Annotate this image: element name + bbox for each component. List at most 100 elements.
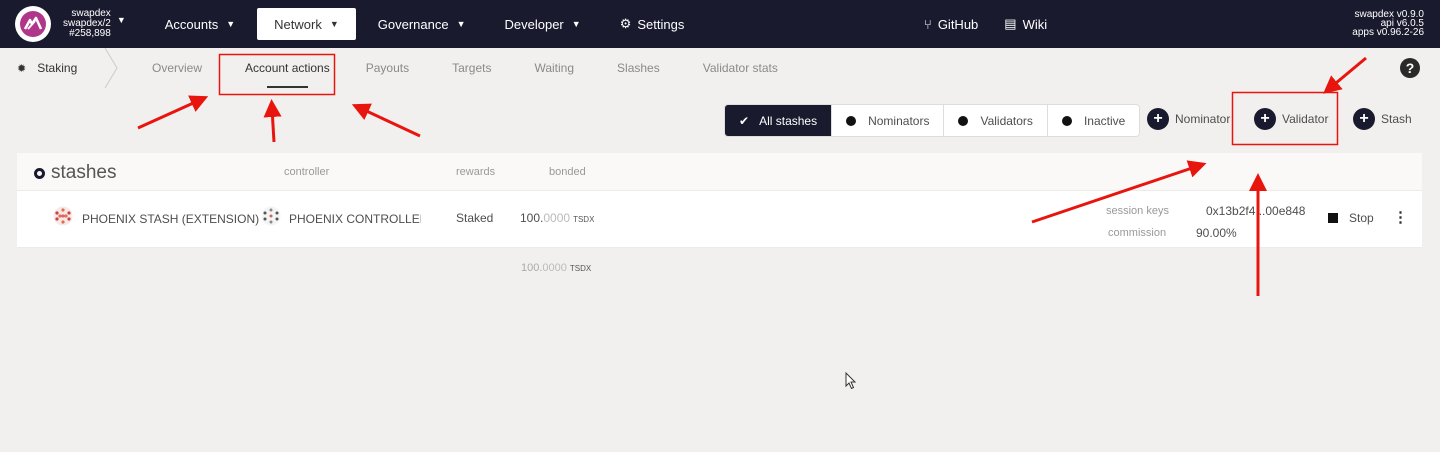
- plus-icon: +: [1254, 108, 1276, 130]
- chain-selector[interactable]: swapdex swapdex/2 #258,898 ▼: [15, 0, 126, 48]
- caret-down-icon: ▼: [226, 19, 236, 29]
- circle-icon: [1061, 115, 1072, 126]
- stash-name[interactable]: PHOENIX STASH (EXTENSION): [82, 212, 259, 226]
- main-menu: Accounts ▼ Network ▼ Governance ▼ Develo…: [148, 0, 707, 48]
- header-bonded: bonded: [549, 166, 586, 178]
- filter-validators[interactable]: Validators: [944, 105, 1048, 136]
- more-options-icon[interactable]: ⋮: [1393, 208, 1408, 226]
- table-total: 100.0000 TSDX: [521, 262, 591, 274]
- tab-waiting[interactable]: Waiting: [534, 48, 574, 88]
- stash-filter-group: ✔ All stashes Nominators Validators Inac…: [724, 104, 1141, 137]
- annotation-arrow: [351, 103, 421, 138]
- header-controller: controller: [284, 166, 330, 178]
- gears-icon: ⚙: [619, 16, 632, 31]
- table-title-label: stashes: [51, 162, 117, 183]
- code-branch-icon: ⑂: [924, 16, 932, 32]
- help-icon[interactable]: ?: [1400, 58, 1420, 78]
- swapdex-logo-icon: [15, 6, 51, 42]
- table-header: stashes controller rewards bonded: [17, 153, 1422, 191]
- add-stash-button[interactable]: + Stash: [1353, 108, 1412, 130]
- total-unit: TSDX: [569, 264, 592, 273]
- filter-inactive-label: Inactive: [1083, 113, 1126, 128]
- github-label: GitHub: [937, 16, 979, 32]
- session-keys-value: 0x13b2f4...00e848: [1206, 204, 1306, 218]
- header-rewards: rewards: [456, 166, 496, 178]
- tab-slashes[interactable]: Slashes: [617, 48, 660, 88]
- filter-inactive[interactable]: Inactive: [1048, 105, 1139, 136]
- filter-all-stashes[interactable]: ✔ All stashes: [725, 105, 833, 136]
- version-info: swapdex v0.9.0 api v6.0.5 apps v0.96.2-2…: [1352, 10, 1424, 38]
- circle-icon: [846, 115, 857, 126]
- menu-network[interactable]: Network ▼: [257, 8, 356, 40]
- menu-accounts[interactable]: Accounts ▼: [148, 8, 252, 40]
- tab-validator-stats[interactable]: Validator stats: [703, 48, 778, 88]
- staking-subnav: ✹ Staking Overview Account actions Payou…: [0, 48, 1440, 88]
- menu-settings-label: Settings: [637, 16, 685, 32]
- section-label: Staking: [37, 61, 78, 75]
- menu-developer-label: Developer: [504, 16, 564, 32]
- commission-value: 90.00%: [1196, 226, 1237, 240]
- external-links: ⑂ GitHub ▤ Wiki: [924, 0, 1073, 48]
- annotation-arrow: [263, 99, 282, 143]
- filter-nominators-label: Nominators: [868, 113, 930, 128]
- mouse-cursor-icon: [845, 372, 857, 390]
- stash-identicon-icon[interactable]: [53, 206, 73, 226]
- check-icon: ✔: [739, 113, 750, 128]
- bonded-amount: 100.0000 TSDX: [520, 211, 594, 225]
- caret-down-icon: ▼: [456, 19, 466, 29]
- section-title: ✹ Staking: [0, 48, 120, 88]
- wiki-label: Wiki: [1022, 16, 1048, 32]
- stashes-table: stashes controller rewards bonded PHOENI…: [17, 153, 1422, 274]
- apps-version: apps v0.96.2-26: [1352, 27, 1424, 38]
- add-validator-button[interactable]: + Validator: [1254, 108, 1328, 130]
- stop-button[interactable]: Stop: [1328, 211, 1374, 225]
- circle-icon: [958, 115, 969, 126]
- certificate-icon: ✹: [17, 62, 27, 75]
- menu-network-label: Network: [274, 16, 322, 32]
- chain-block: #258,898: [69, 28, 111, 39]
- caret-down-icon: ▼: [571, 19, 581, 29]
- menu-accounts-label: Accounts: [164, 16, 219, 32]
- caret-down-icon: ▼: [329, 19, 339, 29]
- chain-info: swapdex swapdex/2 #258,898: [63, 9, 111, 39]
- bonded-dec: 0000: [543, 211, 571, 225]
- top-navbar: swapdex swapdex/2 #258,898 ▼ Accounts ▼ …: [0, 0, 1440, 48]
- book-icon: ▤: [1004, 16, 1017, 31]
- add-nominator-button[interactable]: + Nominator: [1147, 108, 1230, 130]
- menu-governance[interactable]: Governance ▼: [361, 8, 483, 40]
- stop-label: Stop: [1349, 211, 1374, 225]
- github-link[interactable]: ⑂ GitHub: [924, 17, 978, 32]
- bonded-int: 100.: [520, 211, 544, 225]
- rewards-status: Staked: [456, 211, 494, 225]
- caret-down-icon: ▼: [116, 15, 126, 25]
- table-title: stashes: [34, 162, 116, 184]
- controller-identicon-icon[interactable]: [261, 206, 281, 226]
- plus-icon: +: [1147, 108, 1169, 130]
- add-nominator-label: Nominator: [1175, 112, 1231, 126]
- tab-overview[interactable]: Overview: [152, 48, 202, 88]
- add-validator-label: Validator: [1282, 112, 1329, 126]
- breadcrumb-separator: [104, 48, 118, 88]
- annotation-arrow: [137, 95, 209, 130]
- tab-account-actions[interactable]: Account actions: [245, 48, 330, 88]
- stop-icon: [1328, 213, 1338, 223]
- wiki-link[interactable]: ▤ Wiki: [1004, 16, 1047, 32]
- staking-tabs: Overview Account actions Payouts Targets…: [152, 48, 821, 88]
- commission-label: commission: [1108, 227, 1167, 239]
- tab-targets[interactable]: Targets: [452, 48, 491, 88]
- bonded-unit: TSDX: [573, 215, 595, 224]
- filter-validators-label: Validators: [980, 113, 1033, 128]
- total-int: 100.: [521, 262, 543, 274]
- total-dec: 0000: [542, 262, 567, 274]
- add-stash-label: Stash: [1381, 112, 1412, 126]
- plus-icon: +: [1353, 108, 1375, 130]
- filter-nominators[interactable]: Nominators: [832, 105, 945, 136]
- menu-developer[interactable]: Developer ▼: [488, 8, 598, 40]
- filter-all-label: All stashes: [759, 113, 818, 128]
- circle-icon: [34, 167, 45, 179]
- controller-name[interactable]: PHOENIX CONTROLLER 0: [289, 212, 421, 226]
- menu-settings[interactable]: ⚙ Settings: [603, 8, 702, 40]
- table-row: PHOENIX STASH (EXTENSION) PHOENIX CONTRO…: [17, 191, 1422, 248]
- menu-governance-label: Governance: [377, 16, 449, 32]
- tab-payouts[interactable]: Payouts: [366, 48, 409, 88]
